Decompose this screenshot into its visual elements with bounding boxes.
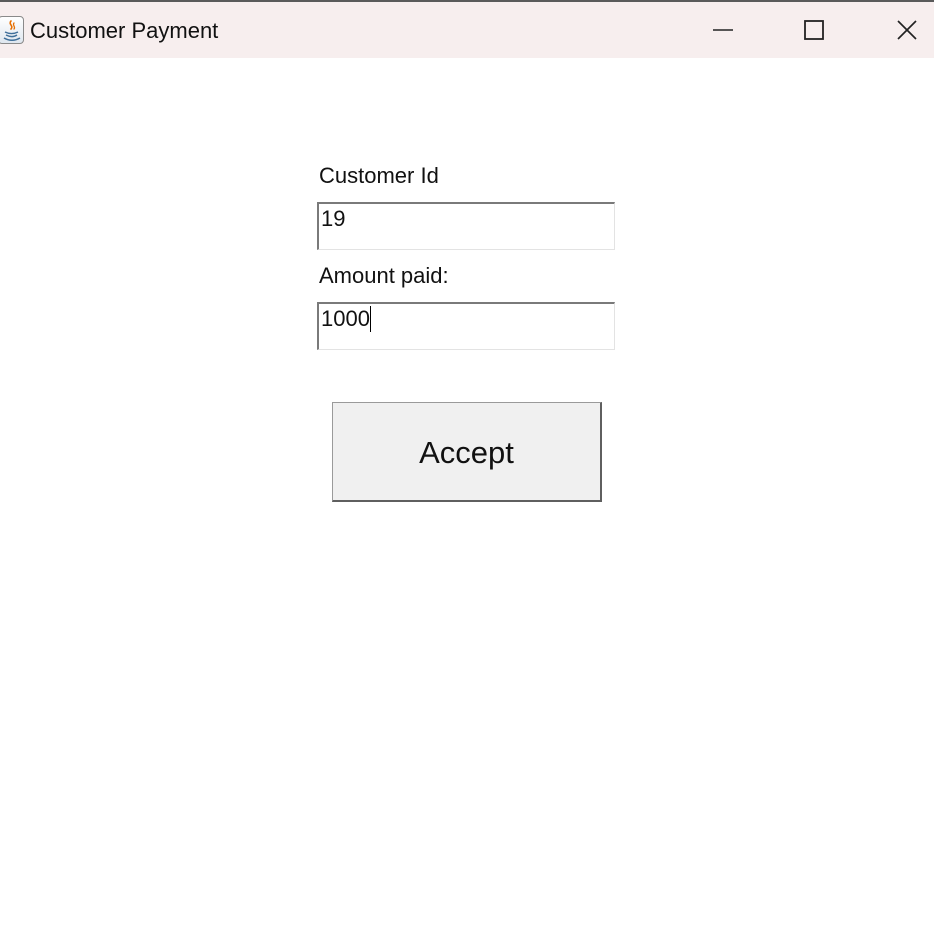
java-app-icon[interactable] — [0, 16, 24, 44]
customer-id-field[interactable]: 19 — [317, 202, 615, 250]
maximize-button[interactable] — [779, 2, 849, 58]
maximize-icon — [804, 20, 824, 40]
accept-button-label: Accept — [419, 435, 514, 470]
amount-paid-value: 1000 — [321, 306, 370, 331]
window-title: Customer Payment — [30, 18, 219, 43]
minimize-icon — [713, 29, 733, 31]
customer-id-value: 19 — [321, 206, 346, 231]
customer-id-label: Customer Id — [319, 163, 439, 188]
amount-paid-field[interactable]: 1000 — [317, 302, 615, 350]
close-button[interactable] — [872, 2, 934, 58]
text-caret — [369, 306, 371, 332]
amount-paid-value-wrapper: 1000 — [321, 306, 371, 332]
close-icon — [897, 20, 917, 40]
title-bar[interactable]: Customer Payment — [0, 2, 934, 58]
minimize-button[interactable] — [688, 2, 758, 58]
customer-payment-window: Customer Payment Customer Id 19 Amount p… — [0, 0, 934, 946]
amount-paid-label: Amount paid: — [319, 263, 449, 288]
accept-button[interactable]: Accept — [332, 402, 602, 502]
